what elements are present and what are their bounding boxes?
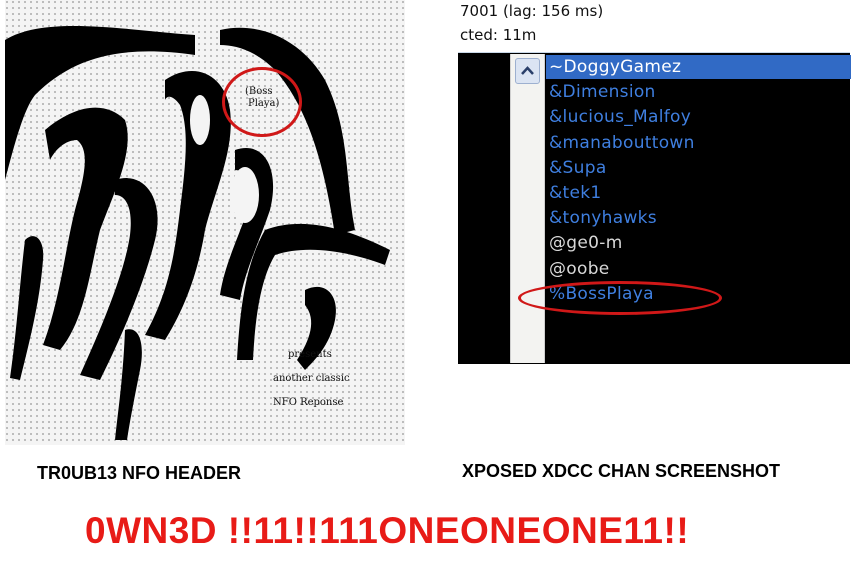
nick-item[interactable]: &Supa	[546, 156, 851, 180]
highlight-circle-nick	[518, 281, 722, 315]
nick-item[interactable]: &manabouttown	[546, 131, 851, 155]
nick-item[interactable]: &lucious_Malfoy	[546, 105, 851, 129]
nick-list: ~DoggyGamez &Dimension &lucious_Malfoy &man…	[546, 54, 851, 363]
nfo-presents-text: presents	[288, 349, 332, 360]
caption-xdcc-screenshot: XPOSED XDCC CHAN SCREENSHOT	[462, 461, 781, 481]
nick-item[interactable]: &tonyhawks	[546, 206, 851, 230]
chevron-up-icon	[521, 66, 534, 75]
nfo-another-classic-text: another classic	[273, 373, 350, 384]
server-lag-status: 7001 (lag: 156 ms)	[460, 2, 604, 20]
highlight-circle-nfo	[222, 67, 302, 137]
nfo-reponse-text: NFO Reponse	[273, 397, 344, 408]
nick-item[interactable]: &Dimension	[546, 80, 851, 104]
caption-nfo-header: TR0UB13 NFO HEADER	[37, 463, 242, 483]
nick-item[interactable]: @ge0-m	[546, 231, 851, 255]
scroll-up-button[interactable]	[515, 58, 540, 84]
nick-item-selected[interactable]: ~DoggyGamez	[546, 55, 851, 79]
nick-item[interactable]: @oobe	[546, 257, 851, 281]
connected-time-status: cted: 11m	[460, 26, 537, 44]
headline-owned: 0WN3D !!11!!111ONEONEONE11!!	[85, 510, 690, 551]
nfo-art-panel: (Boss Playa) presents another classic NF…	[5, 0, 405, 445]
nick-item[interactable]: &tek1	[546, 181, 851, 205]
nicklist-scrollbar[interactable]	[510, 54, 545, 363]
